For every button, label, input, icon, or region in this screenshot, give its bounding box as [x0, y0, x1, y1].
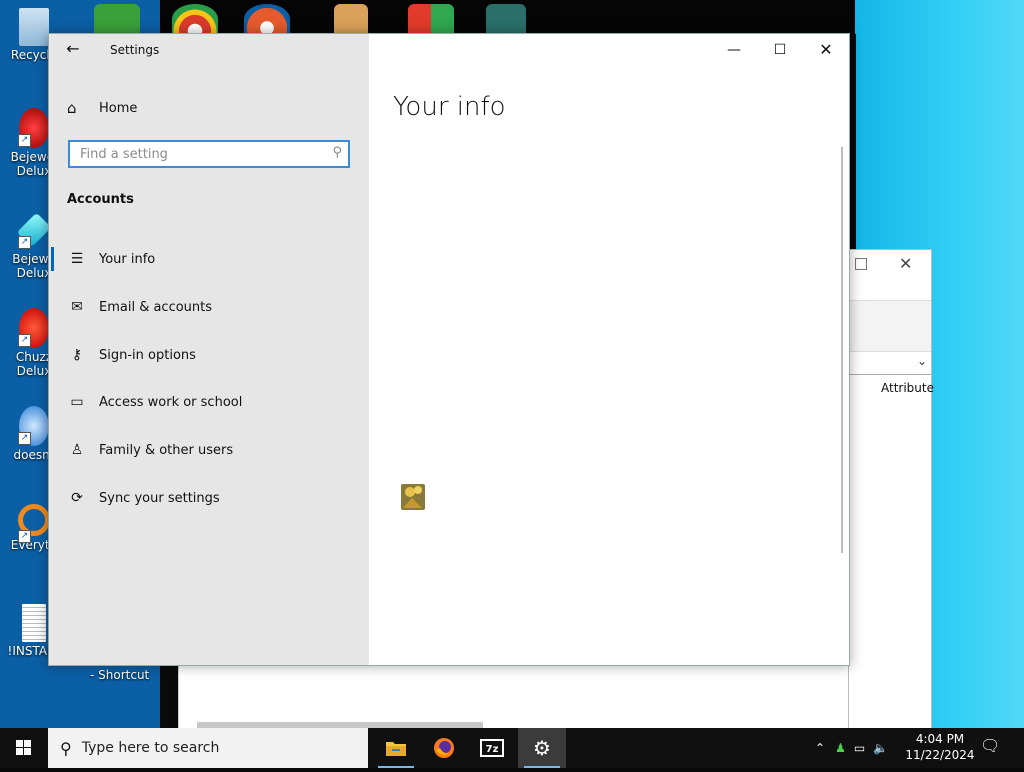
start-button[interactable] — [0, 728, 48, 768]
settings-window[interactable]: ← Settings ⌂ Home ⚲ Accounts ☰ Your info… — [48, 33, 850, 666]
taskbar-7zip[interactable]: 7z — [468, 728, 516, 768]
search-icon[interactable]: ⚲ — [332, 145, 342, 160]
volume-icon[interactable]: 🔈 — [873, 741, 888, 755]
recycle-bin-icon — [19, 8, 49, 46]
sidebar-item-label: Family & other users — [99, 442, 234, 458]
settings-sidebar: ← Settings ⌂ Home ⚲ Accounts ☰ Your info… — [49, 34, 369, 665]
desktop-icon-label: - Shortcut — [90, 668, 150, 682]
maximize-icon[interactable] — [855, 258, 867, 270]
close-button[interactable]: ✕ — [803, 34, 849, 66]
desktop-icon-label: Chuzz Delux — [15, 350, 53, 378]
background-window-titlebar: ✕ — [849, 250, 931, 301]
notification-center-icon[interactable]: 🗨 — [980, 736, 1002, 758]
back-arrow-icon[interactable]: ← — [63, 39, 83, 59]
briefcase-icon: ▭ — [70, 394, 84, 410]
chrome-icon[interactable] — [172, 4, 218, 34]
clock-date: 11/22/2024 — [905, 748, 975, 762]
sidebar-item-home[interactable]: ⌂ Home — [67, 96, 137, 120]
svg-text:7z: 7z — [486, 744, 499, 755]
user-avatar-icon[interactable] — [400, 481, 426, 511]
sidebar-item-label: Your info — [99, 251, 156, 267]
maximize-icon: ☐ — [773, 42, 787, 58]
search-icon: ⚲ — [60, 738, 72, 758]
people-app-icon[interactable] — [94, 4, 140, 34]
minimize-icon: — — [727, 42, 741, 58]
maximize-button[interactable]: ☐ — [757, 34, 803, 66]
sidebar-item-label: Home — [99, 100, 138, 116]
taskbar-search-placeholder: Type here to search — [81, 740, 220, 756]
home-icon: ⌂ — [67, 99, 77, 117]
gear-icon: ⚙ — [533, 736, 551, 760]
background-window-dropdown[interactable]: ⌄ — [849, 352, 931, 375]
system-clock[interactable]: 4:04 PM 11/22/2024 — [904, 731, 976, 763]
find-setting-search-box[interactable]: ⚲ — [68, 140, 350, 168]
person-add-icon: ♙ — [70, 442, 84, 458]
sidebar-item-sign-in-options[interactable]: ⚷ Sign-in options — [49, 335, 369, 375]
taskbar-firefox[interactable] — [420, 728, 468, 768]
sidebar-item-label: Sync your settings — [99, 490, 220, 506]
sidebar-item-sync-settings[interactable]: ⟳ Sync your settings — [49, 478, 369, 518]
window-title: Settings — [110, 43, 160, 57]
sidebar-item-access-work-school[interactable]: ▭ Access work or school — [49, 382, 369, 422]
taskbar: ⚲ Type here to search 7z ⚙ ⌃ ♟ ▭ 🔈 4:04 … — [0, 728, 1024, 768]
shortcut-arrow-icon: ↗ — [18, 134, 31, 147]
settings-content-pane: Your info — [369, 34, 849, 665]
anime-character-icon[interactable] — [486, 4, 526, 34]
package-icon[interactable] — [334, 4, 368, 34]
search-input[interactable] — [78, 142, 322, 166]
firefox-icon — [434, 738, 454, 758]
background-window[interactable]: ✕ ⌄ Attribute — [848, 249, 934, 730]
page-title: Your info — [393, 92, 506, 122]
windows-logo-icon — [16, 740, 31, 755]
seven-zip-icon: 7z — [480, 739, 504, 757]
sidebar-item-label: Access work or school — [99, 394, 243, 410]
background-window-bottom — [178, 665, 931, 728]
folder-icon — [386, 742, 406, 756]
section-title: Accounts — [67, 192, 134, 207]
chevron-up-icon[interactable]: ⌃ — [815, 741, 825, 755]
sync-icon: ⟳ — [71, 490, 83, 506]
person-card-icon: ☰ — [70, 251, 84, 267]
clock-time: 4:04 PM — [915, 732, 965, 746]
taskbar-search-box[interactable]: ⚲ Type here to search — [48, 728, 368, 768]
text-file-icon — [22, 604, 46, 642]
shortcut-arrow-icon: ↗ — [18, 334, 31, 347]
vertical-scrollbar[interactable] — [841, 147, 843, 553]
system-tray: ⌃ ♟ ▭ 🔈 — [815, 728, 888, 768]
taskbar-file-explorer[interactable] — [372, 728, 420, 768]
shortcut-arrow-icon: ↗ — [18, 432, 31, 445]
people-icon[interactable]: ♟ — [835, 741, 846, 755]
key-icon: ⚷ — [71, 347, 83, 363]
network-icon[interactable]: ▭ — [854, 741, 865, 755]
shortcut-arrow-icon: ↗ — [18, 236, 31, 249]
mail-icon: ✉ — [71, 299, 83, 315]
taskbar-settings[interactable]: ⚙ — [518, 728, 566, 768]
background-window-toolbar — [849, 301, 931, 352]
sidebar-item-email-accounts[interactable]: ✉ Email & accounts — [49, 287, 369, 327]
sidebar-item-family-other-users[interactable]: ♙ Family & other users — [49, 430, 369, 470]
close-icon: ✕ — [819, 40, 833, 59]
minimize-button[interactable]: — — [711, 34, 757, 66]
app-orange-icon[interactable] — [244, 4, 290, 34]
sidebar-item-label: Sign-in options — [99, 347, 196, 363]
windows-store-game-icon[interactable] — [408, 4, 454, 34]
sidebar-item-label: Email & accounts — [99, 299, 213, 315]
sidebar-item-your-info[interactable]: ☰ Your info — [49, 239, 369, 279]
shortcut-arrow-icon: ↗ — [18, 530, 31, 543]
column-header-attribute[interactable]: Attribute — [849, 375, 934, 395]
chevron-down-icon: ⌄ — [916, 354, 927, 368]
close-icon[interactable]: ✕ — [899, 254, 912, 273]
